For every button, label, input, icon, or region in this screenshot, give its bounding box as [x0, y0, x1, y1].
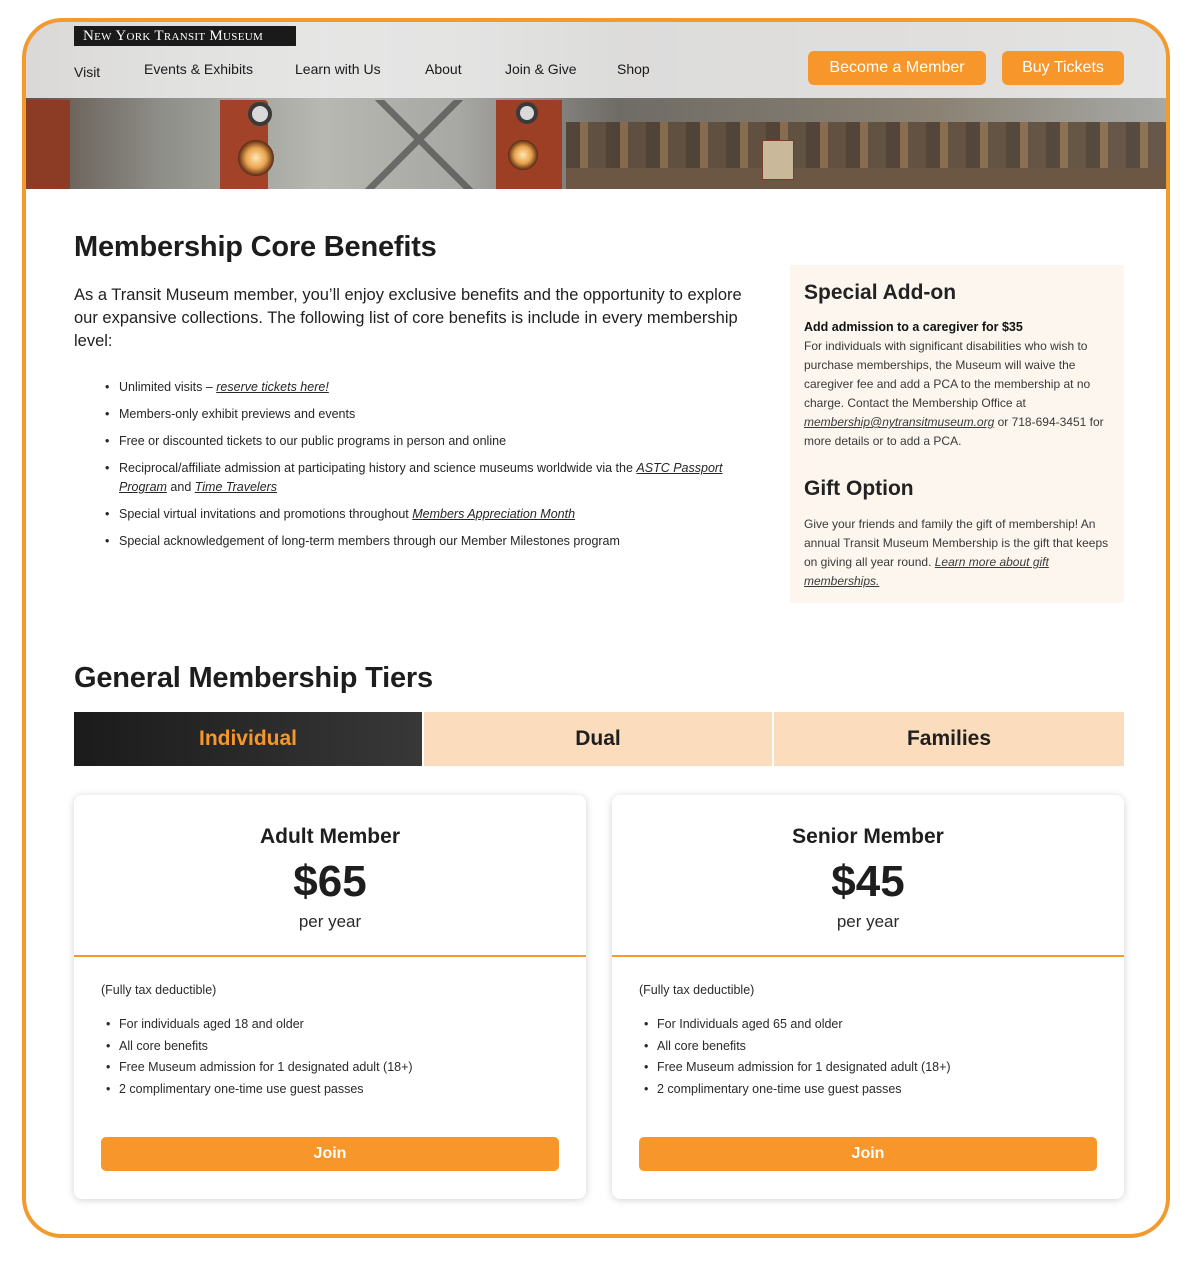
join-senior-button[interactable]: Join — [639, 1137, 1097, 1171]
senior-member-card: Senior Member $45 per year (Fully tax de… — [612, 795, 1124, 1199]
core-benefits-list: Unlimited visits – reserve tickets here!… — [74, 378, 734, 559]
nav-shop[interactable]: Shop — [617, 61, 650, 77]
list-item: For individuals aged 18 and older — [101, 1014, 413, 1036]
adult-member-card: Adult Member $65 per year (Fully tax ded… — [74, 795, 586, 1199]
become-member-button[interactable]: Become a Member — [808, 51, 986, 85]
list-item: 2 complimentary one-time use guest passe… — [639, 1079, 951, 1101]
list-item: 2 complimentary one-time use guest passe… — [101, 1079, 413, 1101]
list-item: All core benefits — [639, 1036, 951, 1058]
members-appreciation-link[interactable]: Members Appreciation Month — [412, 507, 575, 521]
nav-visit[interactable]: Visit — [74, 64, 100, 80]
core-benefits-title: Membership Core Benefits — [74, 231, 437, 263]
sidebar-panel: Special Add-on Add admission to a caregi… — [790, 265, 1124, 603]
time-travelers-link[interactable]: Time Travelers — [195, 480, 277, 494]
list-item: Reciprocal/affiliate admission at partic… — [74, 459, 734, 497]
nav-join-give[interactable]: Join & Give — [505, 61, 577, 77]
nav-events-exhibits[interactable]: Events & Exhibits — [144, 61, 253, 77]
buy-tickets-button[interactable]: Buy Tickets — [1002, 51, 1124, 85]
list-item: Special acknowledgement of long-term mem… — [74, 532, 734, 551]
list-item: Members-only exhibit previews and events — [74, 405, 734, 424]
list-item: Free Museum admission for 1 designated a… — [639, 1057, 951, 1079]
list-item: Free Museum admission for 1 designated a… — [101, 1057, 413, 1079]
nav-about[interactable]: About — [425, 61, 462, 77]
card-divider — [612, 955, 1124, 957]
join-adult-button[interactable]: Join — [101, 1137, 559, 1171]
addon-caregiver-heading: Add admission to a caregiver for $35 — [804, 320, 1023, 334]
tab-individual[interactable]: Individual — [74, 712, 422, 766]
page-frame: New York Transit Museum Visit Events & E… — [22, 18, 1170, 1238]
membership-email-link[interactable]: membership@nytransitmuseum.org — [804, 415, 994, 429]
card-divider — [74, 955, 586, 957]
reserve-tickets-link[interactable]: reserve tickets here! — [216, 380, 329, 394]
gift-description: Give your friends and family the gift of… — [804, 517, 1109, 588]
tier-period: per year — [836, 912, 900, 931]
tier-tabs: Individual Dual Families — [74, 712, 1124, 766]
tier-period: per year — [298, 912, 362, 931]
special-addon-title: Special Add-on — [804, 281, 957, 304]
tiers-title: General Membership Tiers — [74, 662, 433, 694]
list-item: Unlimited visits – reserve tickets here! — [74, 378, 734, 397]
tab-dual[interactable]: Dual — [424, 712, 772, 766]
tier-features: For Individuals aged 65 and older All co… — [639, 1014, 951, 1100]
site-logo[interactable]: New York Transit Museum — [74, 26, 296, 46]
navbar: New York Transit Museum Visit Events & E… — [26, 22, 1166, 98]
addon-description: For individuals with significant disabil… — [804, 339, 1104, 448]
tier-name: Adult Member — [259, 825, 400, 848]
gift-option-title: Gift Option — [804, 477, 914, 500]
list-item: For Individuals aged 65 and older — [639, 1014, 951, 1036]
tier-price: $65 — [293, 857, 367, 906]
tax-note: (Fully tax deductible) — [639, 983, 755, 997]
list-item: Special virtual invitations and promotio… — [74, 505, 734, 524]
core-benefits-intro: As a Transit Museum member, you’ll enjoy… — [74, 286, 742, 350]
tab-families[interactable]: Families — [774, 712, 1124, 766]
tier-features: For individuals aged 18 and older All co… — [101, 1014, 413, 1100]
nav-learn-with-us[interactable]: Learn with Us — [295, 61, 381, 77]
tier-price: $45 — [831, 857, 905, 906]
list-item: Free or discounted tickets to our public… — [74, 432, 734, 451]
tax-note: (Fully tax deductible) — [101, 983, 217, 997]
list-item: All core benefits — [101, 1036, 413, 1058]
tier-name: Senior Member — [792, 825, 944, 848]
